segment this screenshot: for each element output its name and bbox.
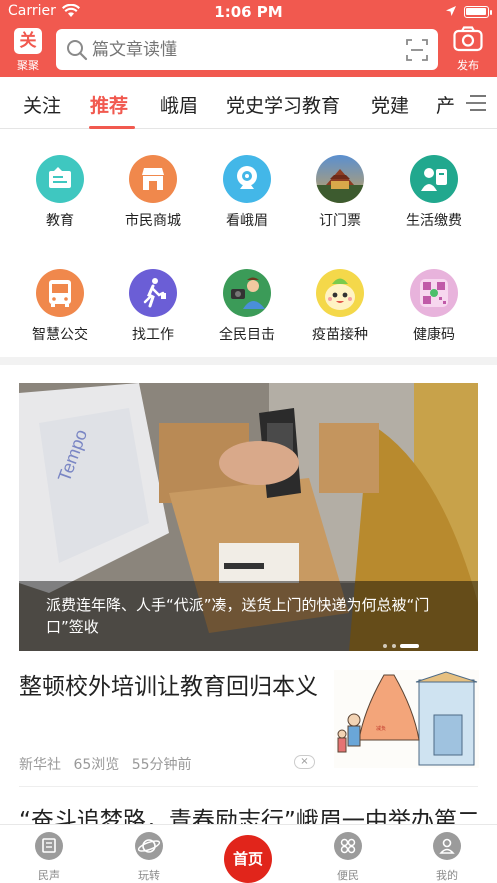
service-health-code[interactable]: 健康码 [389,269,479,344]
nav-label: 便民 [337,869,359,882]
status-bar: Carrier 1:06 PM [0,0,497,24]
service-label: 找工作 [132,327,174,343]
nav-profile[interactable]: 我的 [417,832,477,883]
carousel-dot[interactable] [383,644,387,648]
article-title[interactable]: 整顿校外培训让教育回归本义 [19,670,319,705]
nav-label: 玩转 [138,869,160,882]
channel-menu-button[interactable] [455,77,497,128]
bus-icon [36,269,84,317]
education-icon [36,155,84,203]
bottom-navigation: 民声 玩转 首页 便民 我的 [0,824,497,883]
battery-icon [464,6,492,18]
menu-icon [465,94,487,116]
service-citizen-mall[interactable]: 市民商城 [108,155,198,230]
article-meta: 新华社 65浏览 55分钟前 [19,754,200,774]
article-views: 65浏览 [73,757,120,773]
profile-icon [433,832,461,860]
nav-explore[interactable]: 玩转 [119,832,179,883]
search-input[interactable] [92,29,392,70]
tab-recommend[interactable]: 推荐 [90,91,128,118]
service-label: 健康码 [413,327,455,343]
publish-button[interactable]: 发布 [450,26,486,74]
camera-icon [223,155,271,203]
search-bar[interactable] [56,29,438,70]
mascot-icon [316,269,364,317]
svg-text:减负: 减负 [376,725,386,732]
service-find-job[interactable]: 找工作 [108,269,198,344]
nav-home-button[interactable]: 首页 [224,835,272,883]
service-watch-emei[interactable]: 看峨眉 [202,155,292,230]
temple-photo-icon [316,155,364,203]
service-label: 全民目击 [219,327,275,343]
article-thumbnail[interactable]: 减负 [334,670,479,768]
publish-label: 发布 [457,59,479,72]
article-divider [19,786,478,787]
tab-party-building[interactable]: 党建 [371,91,409,118]
people-voice-icon [35,832,63,860]
nav-label: 民声 [38,869,60,882]
health-code-icon [410,269,458,317]
tab-party-history[interactable]: 党史学习教育 [226,91,340,118]
service-smart-bus[interactable]: 智慧公交 [15,269,105,344]
service-grid: 教育 市民商城 看峨眉 订门票 生活缴费 智慧公交 找工作 全民目击 疫苗接种 … [0,130,497,356]
status-time: 1:06 PM [214,3,283,21]
reporter-icon [223,269,271,317]
battery-level [466,8,486,15]
nav-label: 我的 [436,869,458,882]
carousel-dot[interactable] [392,644,396,648]
logo-mark-icon: 关 [14,28,42,54]
store-icon [129,155,177,203]
app-screen: Carrier 1:06 PM 关 聚聚 篇文章读懂 发布 关注 推荐 峨眉 党… [0,0,497,883]
logo-label: 聚聚 [17,59,39,72]
service-label: 智慧公交 [32,327,88,343]
carousel-dot-active[interactable] [400,644,419,648]
article-source: 新华社 [19,757,61,773]
tab-follow[interactable]: 关注 [23,91,61,118]
service-vaccination[interactable]: 疫苗接种 [295,269,385,344]
dismiss-article-button[interactable]: × [294,755,315,769]
section-divider [0,357,497,365]
nav-people-voice[interactable]: 民声 [19,832,79,883]
article-time: 55分钟前 [131,757,192,773]
nav-convenience[interactable]: 便民 [318,832,378,883]
scan-icon[interactable] [406,39,428,65]
service-label: 订门票 [319,213,361,229]
app-logo[interactable]: 关 聚聚 [13,28,43,72]
services-icon [334,832,362,860]
search-icon [66,39,88,65]
payment-icon [410,155,458,203]
walker-icon [129,269,177,317]
service-bill-payment[interactable]: 生活缴费 [389,155,479,230]
app-header: Carrier 1:06 PM 关 聚聚 篇文章读懂 发布 [0,0,497,77]
hero-title: 派费连年降、人手“代派”凑，送货上门的快递为何总被“门口”签收 [46,596,430,636]
service-label: 疫苗接种 [312,327,368,343]
active-tab-indicator [89,126,135,129]
service-education[interactable]: 教育 [15,155,105,230]
service-tickets[interactable]: 订门票 [295,155,385,230]
tab-industry[interactable]: 产 [436,91,455,118]
camera-icon [453,26,483,56]
service-citizen-witness[interactable]: 全民目击 [202,269,292,344]
service-label: 看峨眉 [226,213,268,229]
location-arrow-icon [445,5,457,21]
service-label: 生活缴费 [406,213,462,229]
tab-emei[interactable]: 峨眉 [160,91,198,118]
channel-tabs: 关注 推荐 峨眉 党史学习教育 党建 产 [0,77,497,129]
service-label: 教育 [46,213,74,229]
service-label: 市民商城 [125,213,181,229]
planet-icon [135,832,163,860]
cartoon-illustration: 减负 [334,670,479,768]
